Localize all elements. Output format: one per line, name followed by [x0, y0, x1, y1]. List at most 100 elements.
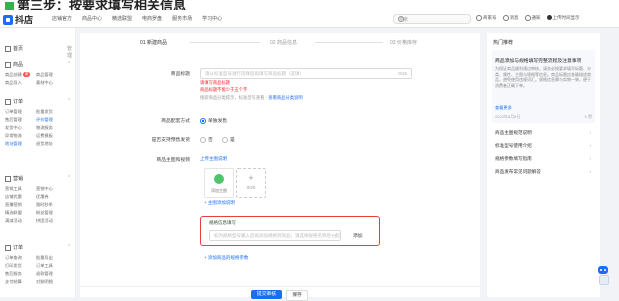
section-title: 首页 — [13, 46, 24, 52]
sidebar-item[interactable]: 批量发货 — [36, 108, 67, 115]
sidebar-item[interactable]: 售后管理 — [5, 116, 36, 123]
plus-icon: + — [248, 173, 254, 183]
sidebar-item[interactable]: 打印发货 — [5, 262, 36, 269]
sidebar-item[interactable]: 优惠券 — [36, 193, 67, 200]
sidebar-section-orders[interactable]: 订单 ⌃ — [5, 98, 71, 105]
spec-input[interactable]: 如为规格型号输入后再添加规格到商品，请选择规格名称后一起 ▢ — [209, 230, 341, 241]
featured-article-card[interactable]: 商品添加与规格填写完整流程及注意事项 为保证商品顺利通过审核，请务必按要求填写标… — [492, 50, 595, 123]
section-title: 商品 — [13, 62, 24, 68]
read-more-link[interactable]: 查看更多 — [495, 105, 512, 111]
sidebar-item[interactable]: 商品导入 — [5, 79, 36, 86]
spec-placeholder: 如为规格型号输入后再添加规格到商品，请选择规格名称后一起 — [214, 233, 340, 238]
nav-item-3[interactable]: 精选联盟 — [112, 15, 132, 22]
sidebar: 首页 管理 商品 ⌃ 商品创建 新 商品管理 商品导入 素材中心 订单 ⌃ 订单管理 … — [0, 28, 76, 297]
save-button[interactable]: 保存 — [286, 290, 308, 301]
help-link[interactable]: 商品发布常见问题解答 › — [495, 169, 591, 175]
type-option[interactable]: 单独发售 — [200, 117, 227, 124]
image-guide-link[interactable]: 上传主图说明 — [200, 156, 227, 162]
account-menu[interactable]: 上传时间显示 — [546, 15, 580, 21]
robot-head — [598, 266, 608, 274]
radio-selected-icon — [200, 117, 206, 124]
sidebar-item[interactable]: 订单工具 — [36, 262, 67, 269]
sidebar-item[interactable]: 物流服务 — [36, 124, 67, 131]
app-logo[interactable]: 抖店 — [3, 13, 33, 26]
sidebar-item[interactable]: 批量导出 — [36, 254, 67, 261]
robot-eye — [604, 269, 606, 271]
sidebar-section-orders-2[interactable]: 订单 ⌃ — [5, 244, 71, 251]
calendar-icon: ▢ — [331, 233, 336, 238]
sidebar-item-active[interactable]: 评价管理 — [36, 116, 67, 123]
global-search-input[interactable]: 搜索 — [393, 14, 471, 24]
sidebar-item[interactable]: 店铺优惠 — [5, 193, 36, 200]
instruction-caption: 第三步：按要求填写相关信息 — [0, 0, 619, 10]
sidebar-item[interactable]: 发货中心 — [5, 124, 36, 131]
notice-tool[interactable]: 通知 — [524, 15, 541, 21]
main-image-thumb[interactable]: 添加主图 — [204, 168, 234, 198]
new-badge: 新 — [22, 72, 31, 78]
image-upload-button[interactable]: + 0/20 — [236, 168, 266, 198]
sidebar-item[interactable]: 订单查询 — [5, 254, 36, 261]
help-link[interactable]: 标准型号使用介绍 › — [495, 143, 591, 149]
sidebar-item[interactable]: 退款管理 — [36, 270, 67, 277]
merchant-tool[interactable]: 商家号 — [476, 15, 497, 21]
sidebar-section-goods[interactable]: 商品 ⌃ — [5, 61, 71, 68]
sidebar-item-active[interactable]: 地址管理 — [5, 140, 36, 147]
sidebar-item[interactable]: 营销中心 — [36, 185, 67, 192]
sidebar-item[interactable]: 粉丝管理 — [36, 209, 67, 216]
nav-item-4[interactable]: 电商罗盘 — [142, 15, 162, 22]
top-nav: 店铺官方 商品中心 精选联盟 电商罗盘 服务市场 学习中心 — [52, 15, 222, 22]
hint-link[interactable]: 查看商品分类说明 — [268, 95, 302, 100]
article-title: 商品添加与规格填写完整流程及注意事项 — [495, 59, 582, 64]
sidebar-item[interactable]: 商品创建 新 — [5, 71, 36, 78]
sidebar-item[interactable]: 退货地址 — [36, 140, 67, 147]
sidebar-item[interactable]: 售后服务 — [5, 270, 36, 277]
marketing-icon — [5, 175, 11, 182]
sidebar-section-marketing[interactable]: 营销 ⌃ — [5, 175, 71, 182]
sidebar-item[interactable]: 限时秒杀 — [36, 201, 67, 208]
sidebar-item[interactable]: 营销工具 — [5, 185, 36, 192]
assistant-robot-icon[interactable] — [597, 266, 609, 286]
sidebar-item[interactable]: 异常物流 — [5, 132, 36, 139]
product-form-panel: 01 新建商品 02 商品信息 03 价格库存 商品标题 请从标准型号进行选择后… — [80, 33, 480, 301]
nav-item-1[interactable]: 店铺官方 — [52, 15, 72, 22]
bell-icon — [524, 15, 531, 21]
title-input[interactable]: 请从标准型号进行选择后再填写商品标题（选填） 0/15 — [200, 68, 412, 79]
merchant-label: 商家号 — [483, 15, 497, 21]
help-link[interactable]: 规格参数填写指南 › — [495, 156, 591, 162]
sidebar-section-home[interactable]: 首页 管理 — [5, 45, 72, 59]
add-spec-link[interactable]: + 添加商品的规格参数 — [204, 255, 248, 261]
help-link[interactable]: 商品主图规范说明 › — [495, 130, 591, 136]
sidebar-item[interactable]: 拼团活动 — [36, 217, 67, 224]
type-option-label: 单独发售 — [208, 119, 228, 124]
sidebar-item[interactable]: 商品管理 — [36, 71, 67, 78]
image-placeholder-icon — [214, 174, 224, 184]
add-image-link[interactable]: + 主图添加说明 — [204, 200, 235, 206]
thumb-caption: 添加主图 — [211, 188, 227, 193]
section-extra[interactable]: 管理 — [67, 45, 72, 59]
sidebar-item[interactable]: 精选联盟 — [5, 209, 36, 216]
robot-eye — [600, 269, 602, 271]
sidebar-item[interactable]: 直播营销 — [5, 201, 36, 208]
sidebar-item[interactable]: 满减活动 — [5, 217, 36, 224]
nav-item-6[interactable]: 学习中心 — [202, 15, 222, 22]
sidebar-orders-2-items: 订单查询 批量导出 打印发货 订单工具 售后服务 退款管理 支付结算 对账明细 — [5, 254, 67, 285]
chevron-up-icon: ⌃ — [67, 98, 72, 104]
radio-icon — [200, 136, 206, 143]
presale-option-yes[interactable]: 是 — [222, 136, 235, 143]
title-label: 商品标题 — [170, 72, 190, 77]
submit-button[interactable]: 提交审核 — [251, 290, 282, 299]
sidebar-item[interactable]: 支付结算 — [5, 278, 36, 285]
spec-add-button[interactable]: 添加 — [353, 232, 363, 239]
message-tool[interactable]: 消息 — [502, 15, 519, 21]
type-label: 商品配套方式 — [161, 119, 190, 124]
sidebar-item[interactable]: 订单管理 — [5, 108, 36, 115]
presale-option-no[interactable]: 否 — [200, 136, 213, 143]
sidebar-item[interactable]: 运费模板 — [36, 132, 67, 139]
step-3: 03 价格库存 — [390, 40, 417, 46]
nav-item-2[interactable]: 商品中心 — [82, 15, 102, 22]
image-label: 商品主图和视频 — [156, 158, 190, 163]
scrollbar[interactable] — [600, 33, 604, 297]
sidebar-item[interactable]: 对账明细 — [36, 278, 67, 285]
sidebar-item[interactable]: 素材中心 — [36, 79, 67, 86]
nav-item-5[interactable]: 服务市场 — [172, 15, 192, 22]
